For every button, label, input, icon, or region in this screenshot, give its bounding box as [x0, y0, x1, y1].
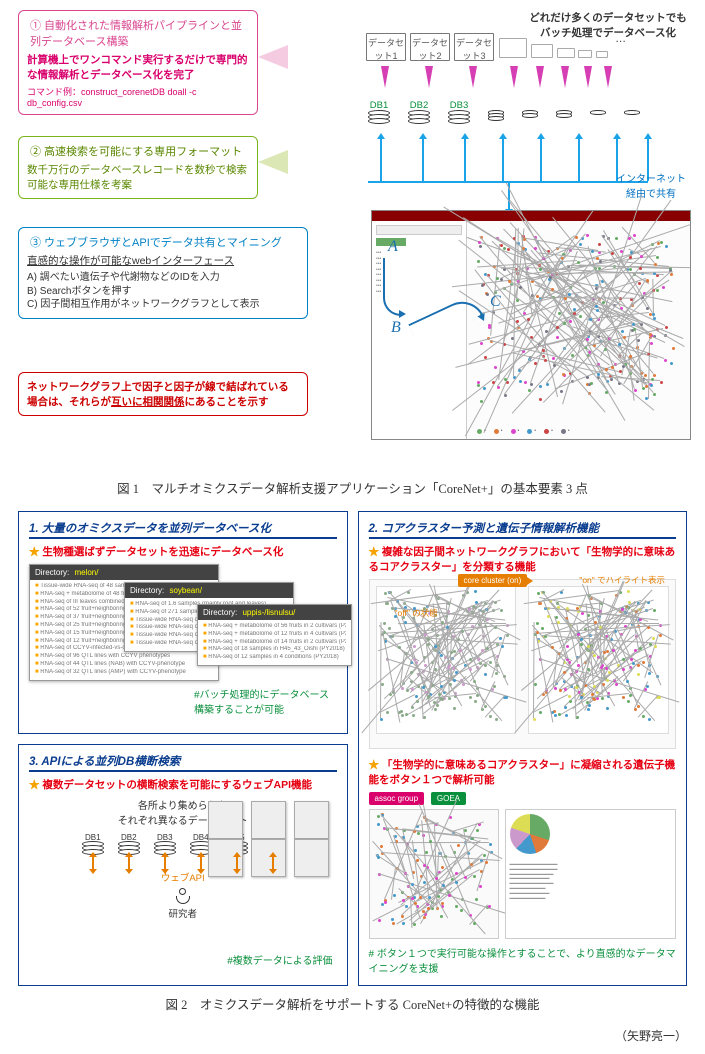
goea-buttons: assoc group GOEA: [369, 792, 677, 805]
figure-1-caption: 図 1 マルチオミクスデータ解析支援アプリケーション「CoreNet+」の基本要…: [18, 478, 687, 497]
dataset-row: データセット1 データセット2 データセット3 …: [366, 33, 628, 61]
browser-canvas: • • • • • •: [467, 221, 690, 439]
arrow-down-5: [536, 66, 544, 88]
triangle-green: [258, 150, 288, 174]
box-1-command: コマンド例：construct_corenetDB doall -c db_co…: [27, 85, 249, 108]
figure-2: 1. 大量のオミクスデータを並列データベース化 生物種選ばずデータセットを迅速に…: [18, 511, 687, 986]
marker-c: C: [490, 293, 501, 311]
marker-b: B: [391, 319, 401, 337]
card-other: Directory: uppis-/lisnulsu/ RNA-seq + me…: [197, 604, 352, 666]
panel-1-star: 生物種選ばずデータセットを迅速にデータベース化: [29, 544, 337, 559]
box-2-body: 数千万行のデータベースレコードを数秒で検索可能な専用仕様を考案: [27, 162, 249, 192]
box-3-title: ③ ウェブブラウザとAPIでデータ共有とマイニング: [27, 234, 285, 250]
figure-2-caption: 図 2 オミクスデータ解析をサポートする CoreNet+の特徴的な機能: [18, 994, 687, 1013]
arrow-down-7: [584, 66, 592, 88]
goea-right-table: ▬▬▬▬▬▬▬▬▬▬▬▬▬▬▬▬▬▬▬▬▬▬▬▬▬▬▬▬▬▬▬▬▬▬▬▬▬▬▬▬…: [505, 809, 677, 939]
blue-arrow-2: [422, 138, 424, 181]
panel-1-note: #バッチ処理的にデータベース構築することが可能: [194, 686, 334, 716]
dataset-3: データセット3: [454, 33, 494, 61]
on-label: "on" でハイライト表示: [579, 574, 665, 586]
assoc-group-button[interactable]: assoc group: [369, 792, 425, 805]
internet-label: インターネット経由で共有: [616, 170, 686, 200]
panel-3-note: #複数データによる評価: [227, 952, 332, 967]
db-1: DB1: [368, 100, 390, 122]
cluster-compare: core cluster (on) "off" の状態 "on" でハイライト表…: [369, 579, 677, 749]
panel-1: 1. 大量のオミクスデータを並列データベース化 生物種選ばずデータセットを迅速に…: [18, 511, 348, 734]
box-3-line-c: C) 因子間相互作用がネットワークグラフとして表示: [27, 298, 299, 312]
blue-arrow-1: [380, 138, 382, 181]
author: （矢野亮一）: [18, 1027, 687, 1044]
db-row: DB1 DB2 DB3: [368, 100, 640, 122]
arrow-down-8: [604, 66, 612, 88]
panel-1-title: 1. 大量のオミクスデータを並列データベース化: [29, 520, 337, 539]
box-2-title: ② 高速検索を可能にする専用フォーマット: [27, 143, 245, 159]
panel-2-star: 複雑な因子間ネットワークグラフにおいて「生物学的に意味あるコアクラスター」を分類…: [369, 544, 677, 574]
curve-a-b: [383, 258, 401, 316]
blue-arrow-6: [578, 138, 580, 181]
arrow-down-1: [381, 66, 389, 88]
db-2: DB2: [408, 100, 430, 122]
goea-left-graph: [369, 809, 499, 939]
arrow-down-4: [510, 66, 518, 88]
box-4-network-note: ネットワークグラフ上で因子と因子が線で結ばれている場合は、それらが互いに相関関係…: [18, 372, 308, 416]
box-3-line-b: B) Searchボタンを押す: [27, 285, 299, 299]
core-cluster-tag[interactable]: core cluster (on): [458, 574, 528, 587]
dataset-2: データセット2: [410, 33, 450, 61]
mini-cards: [204, 801, 333, 877]
ellipsis: …: [615, 33, 628, 61]
panel-2-substar: 「生物学的に意味あるコアクラスター」に凝縮される遺伝子機能をボタン１つで解析可能: [369, 757, 677, 787]
off-label: "off" の状態: [395, 607, 438, 619]
triangle-pink: [258, 45, 288, 69]
blue-arrow-4: [502, 138, 504, 181]
cards-stack: Directory: melon/ Tissue-wide RNA-seq of…: [29, 564, 337, 714]
db-6: [556, 100, 572, 116]
arrow-down-3: [469, 66, 477, 88]
panel-2-foot: # ボタン１つで実行可能な操作とすることで、より直感的なデータマイニングを支援: [369, 945, 677, 975]
box-3-line-a: A) 調べたい遺伝子や代謝物などのIDを入力: [27, 271, 299, 285]
browser-titlebar: [372, 211, 690, 221]
goea-result: ▬▬▬▬▬▬▬▬▬▬▬▬▬▬▬▬▬▬▬▬▬▬▬▬▬▬▬▬▬▬▬▬▬▬▬▬▬▬▬▬…: [369, 809, 677, 939]
panel-3-star: 複数データセットの横断検索を可能にするウェブAPI機能: [29, 777, 337, 792]
result-rows: ▬▬▬▬▬▬▬▬▬▬▬▬▬▬▬▬▬▬▬▬▬▬▬▬▬▬▬▬▬▬▬▬▬▬▬▬▬▬▬▬…: [508, 860, 674, 936]
db-7: [590, 100, 606, 113]
panel-2-title: 2. コアクラスター予測と遺伝子情報解析機能: [369, 520, 677, 539]
db-4: [488, 100, 504, 119]
arrow-down-6: [561, 66, 569, 88]
pie-icon: [510, 814, 550, 854]
arrow-down-2: [425, 66, 433, 88]
box-3-heading: 直感的な操作が可能なwebインターフェース: [27, 253, 299, 268]
figure-1: どれだけ多くのデータセットでも バッチ処理でデータベース化 ① 自動化された情報…: [18, 10, 687, 470]
blue-arrow-3: [464, 138, 466, 181]
box-2-format: ② 高速検索を可能にする専用フォーマット 数千万行のデータベースレコードを数秒で…: [18, 136, 258, 199]
db-5: [522, 100, 538, 116]
box-1-body: 計算機上でワンコマンド実行するだけで専門的な情報解析とデータベース化を完了: [27, 52, 249, 82]
blue-arrow-5: [540, 138, 542, 181]
box-4-body: ネットワークグラフ上で因子と因子が線で結ばれている場合は、それらが互いに相関関係…: [27, 379, 299, 409]
panel-2: 2. コアクラスター予測と遺伝子情報解析機能 複雑な因子間ネットワークグラフにお…: [358, 511, 688, 986]
box-1-title: ① 自動化された情報解析パイプラインと並列データベース構築: [27, 17, 249, 49]
goea-button[interactable]: GOEA: [431, 792, 466, 805]
network-graph: [471, 229, 686, 419]
researcher-icon: 研究者: [29, 888, 337, 920]
panel-3-title: 3. APIによる並列DB横断検索: [29, 753, 337, 772]
legend: • • • • • •: [477, 425, 686, 437]
marker-a: A: [388, 238, 398, 256]
db-8: [624, 100, 640, 113]
panel-3: 3. APIによる並列DB横断検索 複数データセットの横断検索を可能にするウェブ…: [18, 744, 348, 987]
dataset-1: データセット1: [366, 33, 406, 61]
db-3: DB3: [448, 100, 470, 122]
box-1-pipeline: ① 自動化された情報解析パイプラインと並列データベース構築 計算機上でワンコマン…: [18, 10, 258, 115]
box-3-browser: ③ ウェブブラウザとAPIでデータ共有とマイニング 直感的な操作が可能なwebイ…: [18, 227, 308, 319]
